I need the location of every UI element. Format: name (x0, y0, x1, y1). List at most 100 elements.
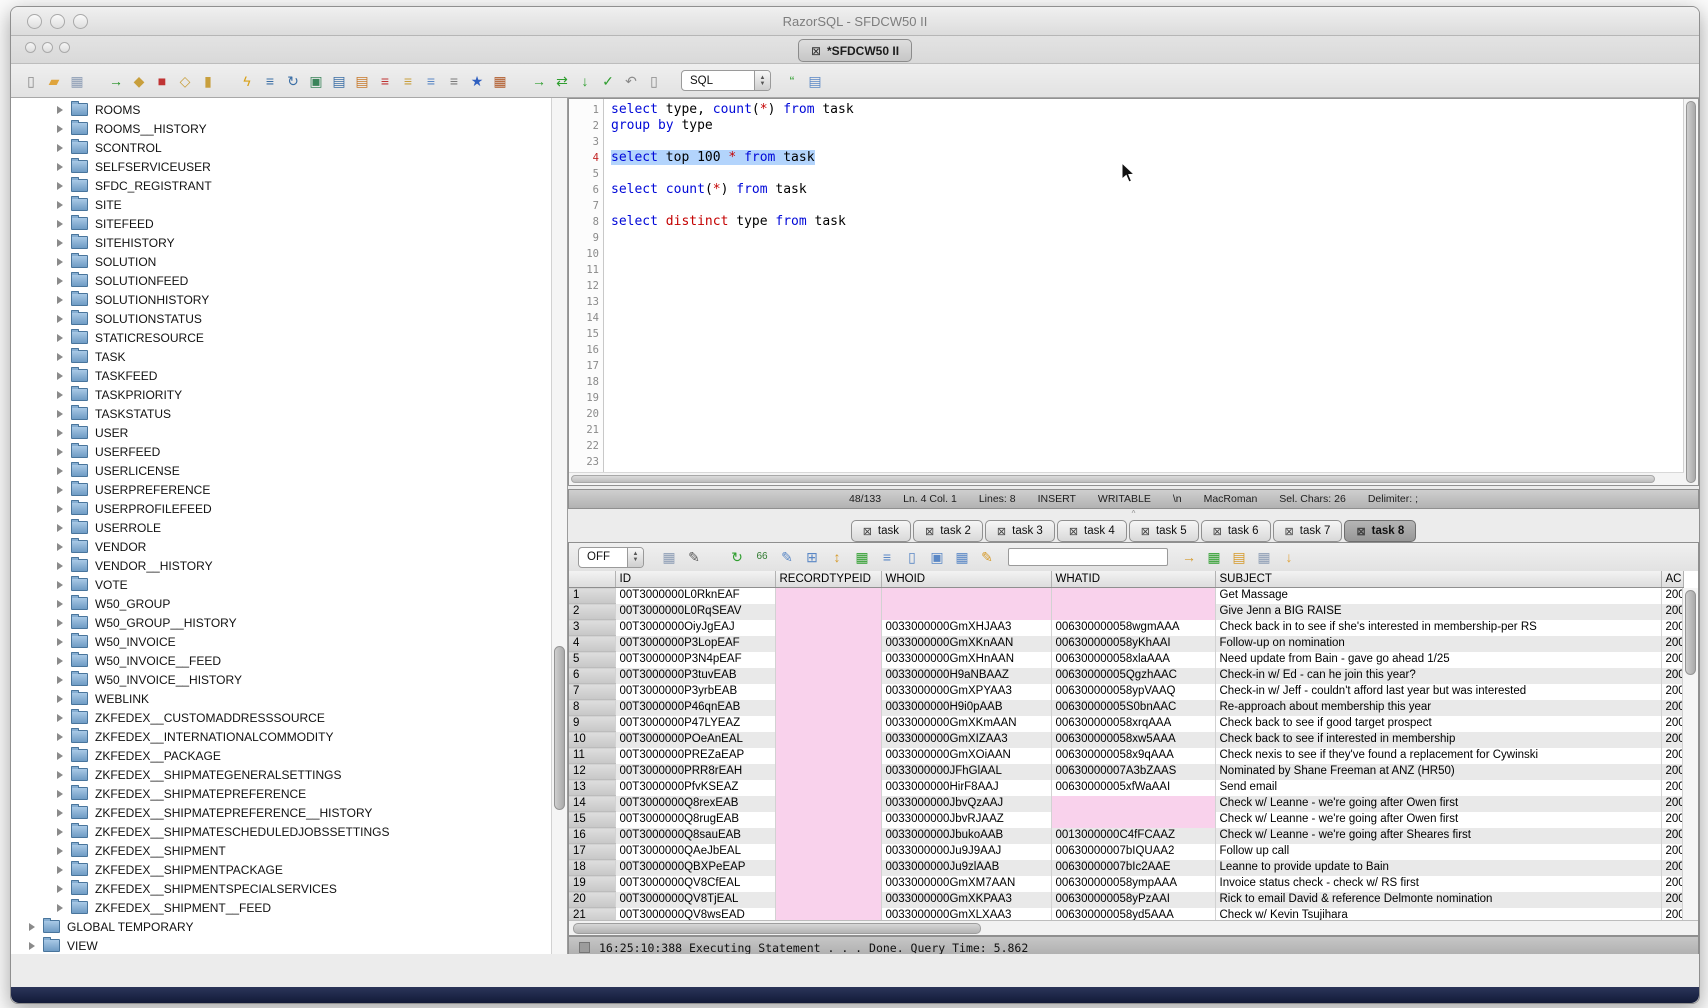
result-tab-task-4[interactable]: ⊠task 4 (1057, 520, 1127, 542)
editor-vertical-scrollbar[interactable] (1683, 99, 1698, 485)
row-number-cell[interactable]: 16 (569, 828, 615, 844)
cell-ac[interactable]: 200 (1661, 764, 1683, 780)
cell-id[interactable]: 00T3000000L0RknEAF (615, 588, 775, 604)
tree-item-taskstatus[interactable]: TASKSTATUS (11, 404, 567, 423)
table-row[interactable]: 1700T3000000QAeJbEAL0033000000Ju9J9AAJ00… (569, 844, 1683, 860)
cell-whatid[interactable]: 006300000058yKhAAI (1051, 636, 1215, 652)
reload-table-icon[interactable]: ▦ (852, 547, 872, 567)
expand-triangle-icon[interactable] (57, 638, 63, 646)
tree-item-zkfedex-shipment[interactable]: ZKFEDEX__SHIPMENT (11, 841, 567, 860)
cell-id[interactable]: 00T3000000OiyJgEAJ (615, 620, 775, 636)
cell-ac[interactable]: 200 (1661, 892, 1683, 908)
tree-item-rooms-history[interactable]: ROOMS__HISTORY (11, 119, 567, 138)
expand-triangle-icon[interactable] (57, 885, 63, 893)
row-number-cell[interactable]: 12 (569, 764, 615, 780)
statement-type-dropdown[interactable]: SQL ▲▼ (681, 70, 771, 91)
tree-item-site[interactable]: SITE (11, 195, 567, 214)
expand-triangle-icon[interactable] (57, 258, 63, 266)
row-number-cell[interactable]: 1 (569, 588, 615, 604)
cell-recordtypeid[interactable] (775, 620, 881, 636)
expand-triangle-icon[interactable] (57, 695, 63, 703)
expand-triangle-icon[interactable] (57, 315, 63, 323)
expand-triangle-icon[interactable] (57, 790, 63, 798)
tree-scrollbar[interactable] (551, 98, 567, 954)
cell-subject[interactable]: Send email (1215, 780, 1661, 796)
sort-rows-icon[interactable]: ↕ (827, 547, 847, 567)
expand-triangle-icon[interactable] (57, 182, 63, 190)
cell-ac[interactable]: 200 (1661, 732, 1683, 748)
cell-id[interactable]: 00T3000000QV8wsEAD (615, 908, 775, 921)
book-orange-icon[interactable]: ▤ (352, 71, 372, 91)
row-number-cell[interactable]: 20 (569, 892, 615, 908)
tree-item-global-temporary[interactable]: GLOBAL TEMPORARY (11, 917, 567, 936)
cell-id[interactable]: 00T3000000P3yrbEAB (615, 684, 775, 700)
tree-item-staticresource[interactable]: STATICRESOURCE (11, 328, 567, 347)
cell-subject[interactable]: Follow-up on nomination (1215, 636, 1661, 652)
tab-close-icon[interactable]: ⊠ (1213, 525, 1222, 538)
tree-item-selfserviceuser[interactable]: SELFSERVICEUSER (11, 157, 567, 176)
results-table[interactable]: IDRECORDTYPEIDWHOIDWHATIDSUBJECTAC100T30… (569, 571, 1684, 920)
cell-recordtypeid[interactable] (775, 748, 881, 764)
edit-results-icon[interactable]: ✎ (684, 547, 704, 567)
cell-id[interactable]: 00T3000000L0RqSEAV (615, 604, 775, 620)
cell-id[interactable]: 00T3000000QBXPeEAP (615, 860, 775, 876)
row-number-cell[interactable]: 17 (569, 844, 615, 860)
new-document-icon[interactable]: ▯ (21, 71, 41, 91)
results-search-input[interactable] (1008, 548, 1168, 566)
cell-subject[interactable]: Invoice status check - check w/ RS first (1215, 876, 1661, 892)
code-line[interactable]: select top 100 * from task (611, 150, 1683, 166)
column-header-id[interactable]: ID (615, 571, 775, 588)
cell-whoid[interactable]: 0033000000GmXIZAA3 (881, 732, 1051, 748)
cell-whoid[interactable]: 0033000000H9aNBAAZ (881, 668, 1051, 684)
download-icon[interactable]: ↓ (1279, 547, 1299, 567)
tree-item-zkfedex-package[interactable]: ZKFEDEX__PACKAGE (11, 746, 567, 765)
cell-subject[interactable]: Check w/ Leanne - we're going after Shea… (1215, 828, 1661, 844)
cell-ac[interactable]: 200 (1661, 652, 1683, 668)
format-sql-icon[interactable]: “ (782, 71, 802, 91)
tree-item-userfeed[interactable]: USERFEED (11, 442, 567, 461)
cell-id[interactable]: 00T3000000Q8sauEAB (615, 828, 775, 844)
sql-editor[interactable]: 1234567891011121314151617181920212223 se… (568, 98, 1699, 486)
tree-item-sfdc-registrant[interactable]: SFDC_REGISTRANT (11, 176, 567, 195)
table-row[interactable]: 1500T3000000Q8rugEAB0033000000JbvRJAAZCh… (569, 812, 1683, 828)
table-row[interactable]: 300T3000000OiyJgEAJ0033000000GmXHJAA3006… (569, 620, 1683, 636)
cell-whoid[interactable]: 0033000000GmXKnAAN (881, 636, 1051, 652)
row-number-cell[interactable]: 15 (569, 812, 615, 828)
cell-recordtypeid[interactable] (775, 892, 881, 908)
cell-subject[interactable]: Nominated by Shane Freeman at ANZ (HR50) (1215, 764, 1661, 780)
tree-item-zkfedex-shipmatepreference[interactable]: ZKFEDEX__SHIPMATEPREFERENCE (11, 784, 567, 803)
cell-subject[interactable]: Need update from Bain - gave go ahead 1/… (1215, 652, 1661, 668)
row-limit-dropdown[interactable]: OFF ▲▼ (578, 547, 644, 568)
cell-subject[interactable]: Leanne to provide update to Bain (1215, 860, 1661, 876)
cell-whatid[interactable] (1051, 812, 1215, 828)
result-tab-task-6[interactable]: ⊠task 6 (1201, 520, 1271, 542)
row-number-cell[interactable]: 14 (569, 796, 615, 812)
cell-whoid[interactable]: 0033000000JbvQzAAJ (881, 796, 1051, 812)
expand-triangle-icon[interactable] (57, 581, 63, 589)
cell-whatid[interactable]: 00630000005xfWaAAI (1051, 780, 1215, 796)
sql-code-area[interactable]: select type, count(*) from taskgroup by … (604, 99, 1683, 485)
expand-triangle-icon[interactable] (57, 733, 63, 741)
cell-id[interactable]: 00T3000000QV8CfEAL (615, 876, 775, 892)
cell-ac[interactable]: 200 (1661, 604, 1683, 620)
expand-triangle-icon[interactable] (57, 106, 63, 114)
expand-triangle-icon[interactable] (29, 923, 35, 931)
tree-item-taskpriority[interactable]: TASKPRIORITY (11, 385, 567, 404)
tab-close-icon[interactable]: ⊠ (811, 44, 821, 58)
code-line[interactable] (611, 134, 1683, 150)
results-vscroll-thumb[interactable] (1685, 590, 1696, 675)
table-row[interactable]: 2100T3000000QV8wsEAD0033000000GmXLXAA300… (569, 908, 1683, 921)
cell-subject[interactable]: Follow up call (1215, 844, 1661, 860)
cell-whoid[interactable]: 0033000000Ju9zlAAB (881, 860, 1051, 876)
table-row[interactable]: 400T3000000P3LopEAF0033000000GmXKnAAN006… (569, 636, 1683, 652)
expand-triangle-icon[interactable] (57, 524, 63, 532)
code-line[interactable]: select count(*) from task (611, 182, 1683, 198)
cell-whatid[interactable]: 00630000007A3bZAAS (1051, 764, 1215, 780)
cell-whoid[interactable]: 0033000000HirF8AAJ (881, 780, 1051, 796)
cell-recordtypeid[interactable] (775, 636, 881, 652)
expand-triangle-icon[interactable] (57, 619, 63, 627)
disconnect-icon[interactable]: ■ (152, 71, 172, 91)
commit-check-icon[interactable]: ✓ (598, 71, 618, 91)
copy-results-icon[interactable]: ▣ (927, 547, 947, 567)
cell-id[interactable]: 00T3000000PRR8rEAH (615, 764, 775, 780)
